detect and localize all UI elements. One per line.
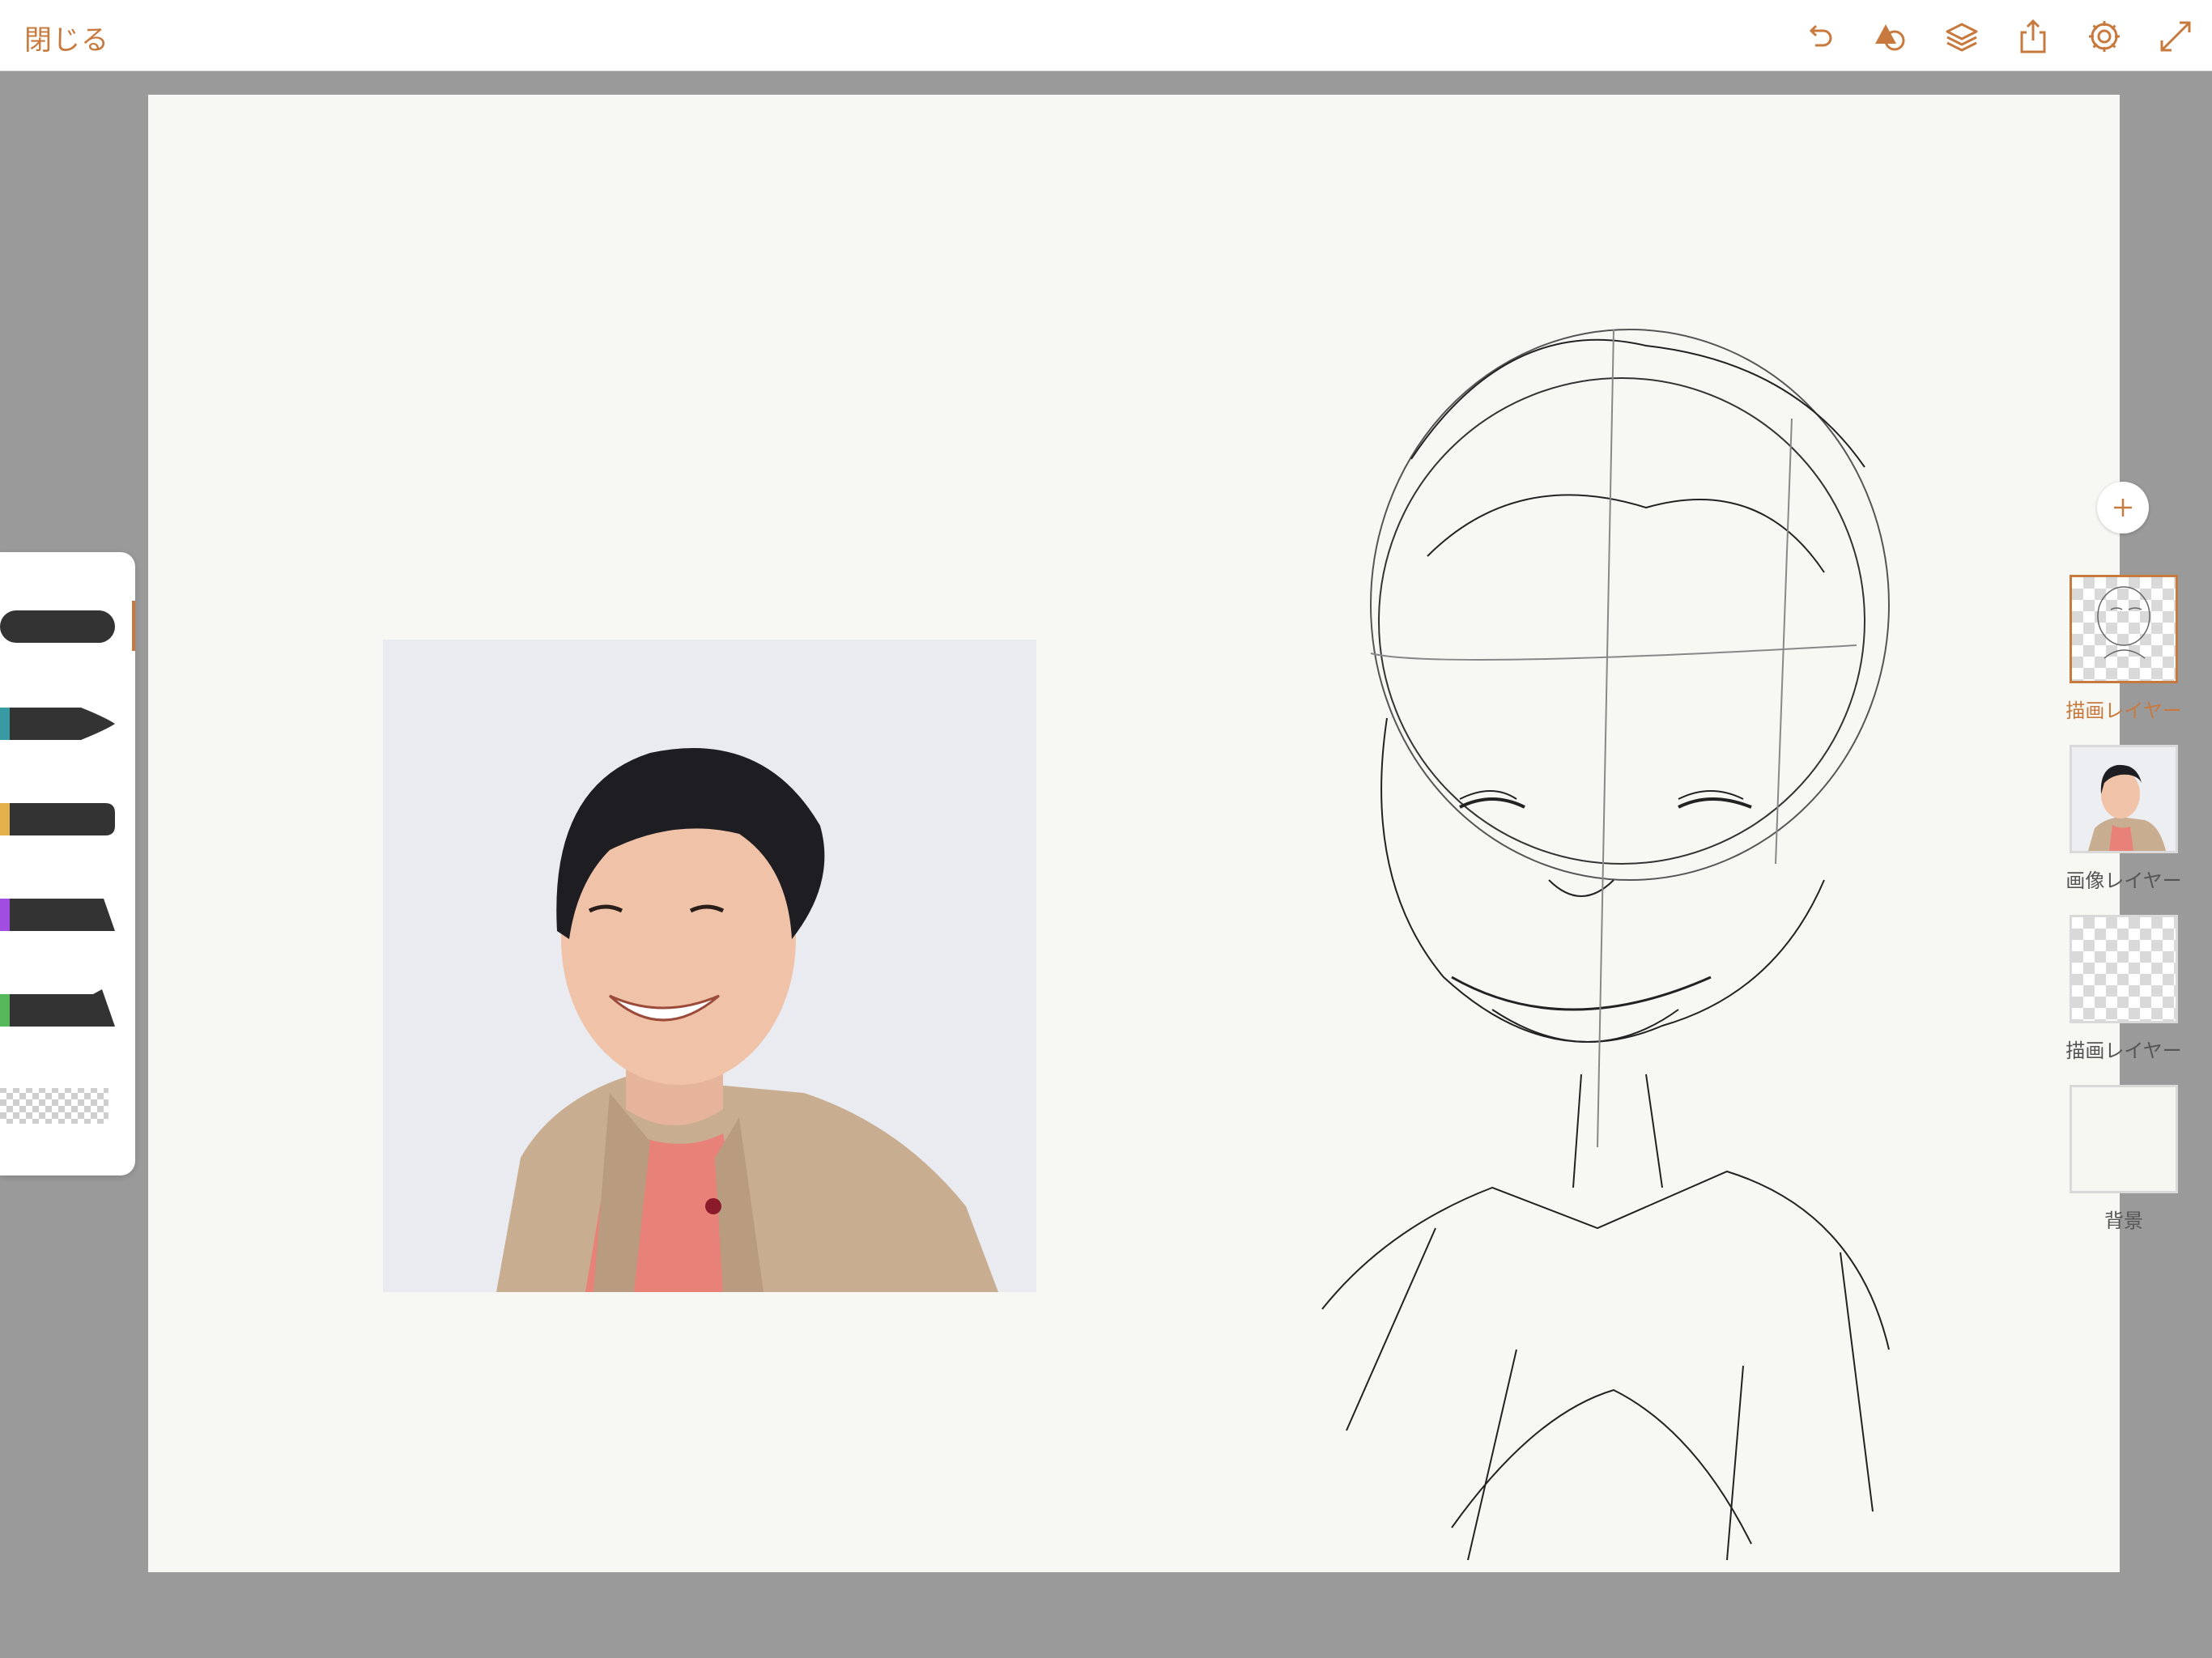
close-button[interactable]: 閉じる	[24, 18, 109, 57]
undo-icon[interactable]	[1797, 15, 1841, 58]
fullscreen-icon[interactable]	[2154, 15, 2197, 58]
layer-drawing-1[interactable]: 描画レイヤー	[2063, 575, 2184, 723]
plus-icon	[2114, 499, 2132, 517]
layer-label: 背景	[2104, 1209, 2143, 1232]
layer-image[interactable]: 画像レイヤー	[2063, 745, 2184, 893]
marker-brush[interactable]	[0, 594, 121, 659]
layer-thumbnail	[2069, 1085, 2178, 1193]
reference-photo	[383, 640, 1036, 1292]
pencil-brush[interactable]	[0, 787, 121, 852]
layers-icon[interactable]	[1940, 15, 1984, 58]
eraser-brush[interactable]	[0, 1073, 121, 1138]
brush-pen-brush[interactable]	[0, 691, 121, 756]
layer-thumbnail	[2069, 745, 2178, 853]
brush-panel	[0, 552, 135, 1175]
fude-brush[interactable]	[0, 882, 121, 947]
drawing-canvas[interactable]	[148, 95, 2120, 1572]
top-toolbar: 閉じる	[0, 0, 2212, 71]
selected-brush-indicator	[132, 601, 135, 651]
settings-icon[interactable]	[2082, 15, 2126, 58]
layer-thumbnail	[2069, 915, 2178, 1023]
layer-label: 画像レイヤー	[2065, 869, 2182, 892]
ink-pen-brush[interactable]	[0, 978, 121, 1043]
pencil-sketch	[1225, 297, 2035, 1584]
shapes-icon[interactable]	[1869, 15, 1912, 58]
layer-drawing-2[interactable]: 描画レイヤー	[2063, 915, 2184, 1063]
layer-label: 描画レイヤー	[2065, 699, 2182, 722]
layer-label: 描画レイヤー	[2065, 1039, 2182, 1062]
share-icon[interactable]	[2011, 15, 2055, 58]
add-layer-button[interactable]	[2097, 482, 2149, 534]
layer-background[interactable]: 背景	[2063, 1085, 2184, 1233]
layer-thumbnail	[2069, 575, 2178, 683]
